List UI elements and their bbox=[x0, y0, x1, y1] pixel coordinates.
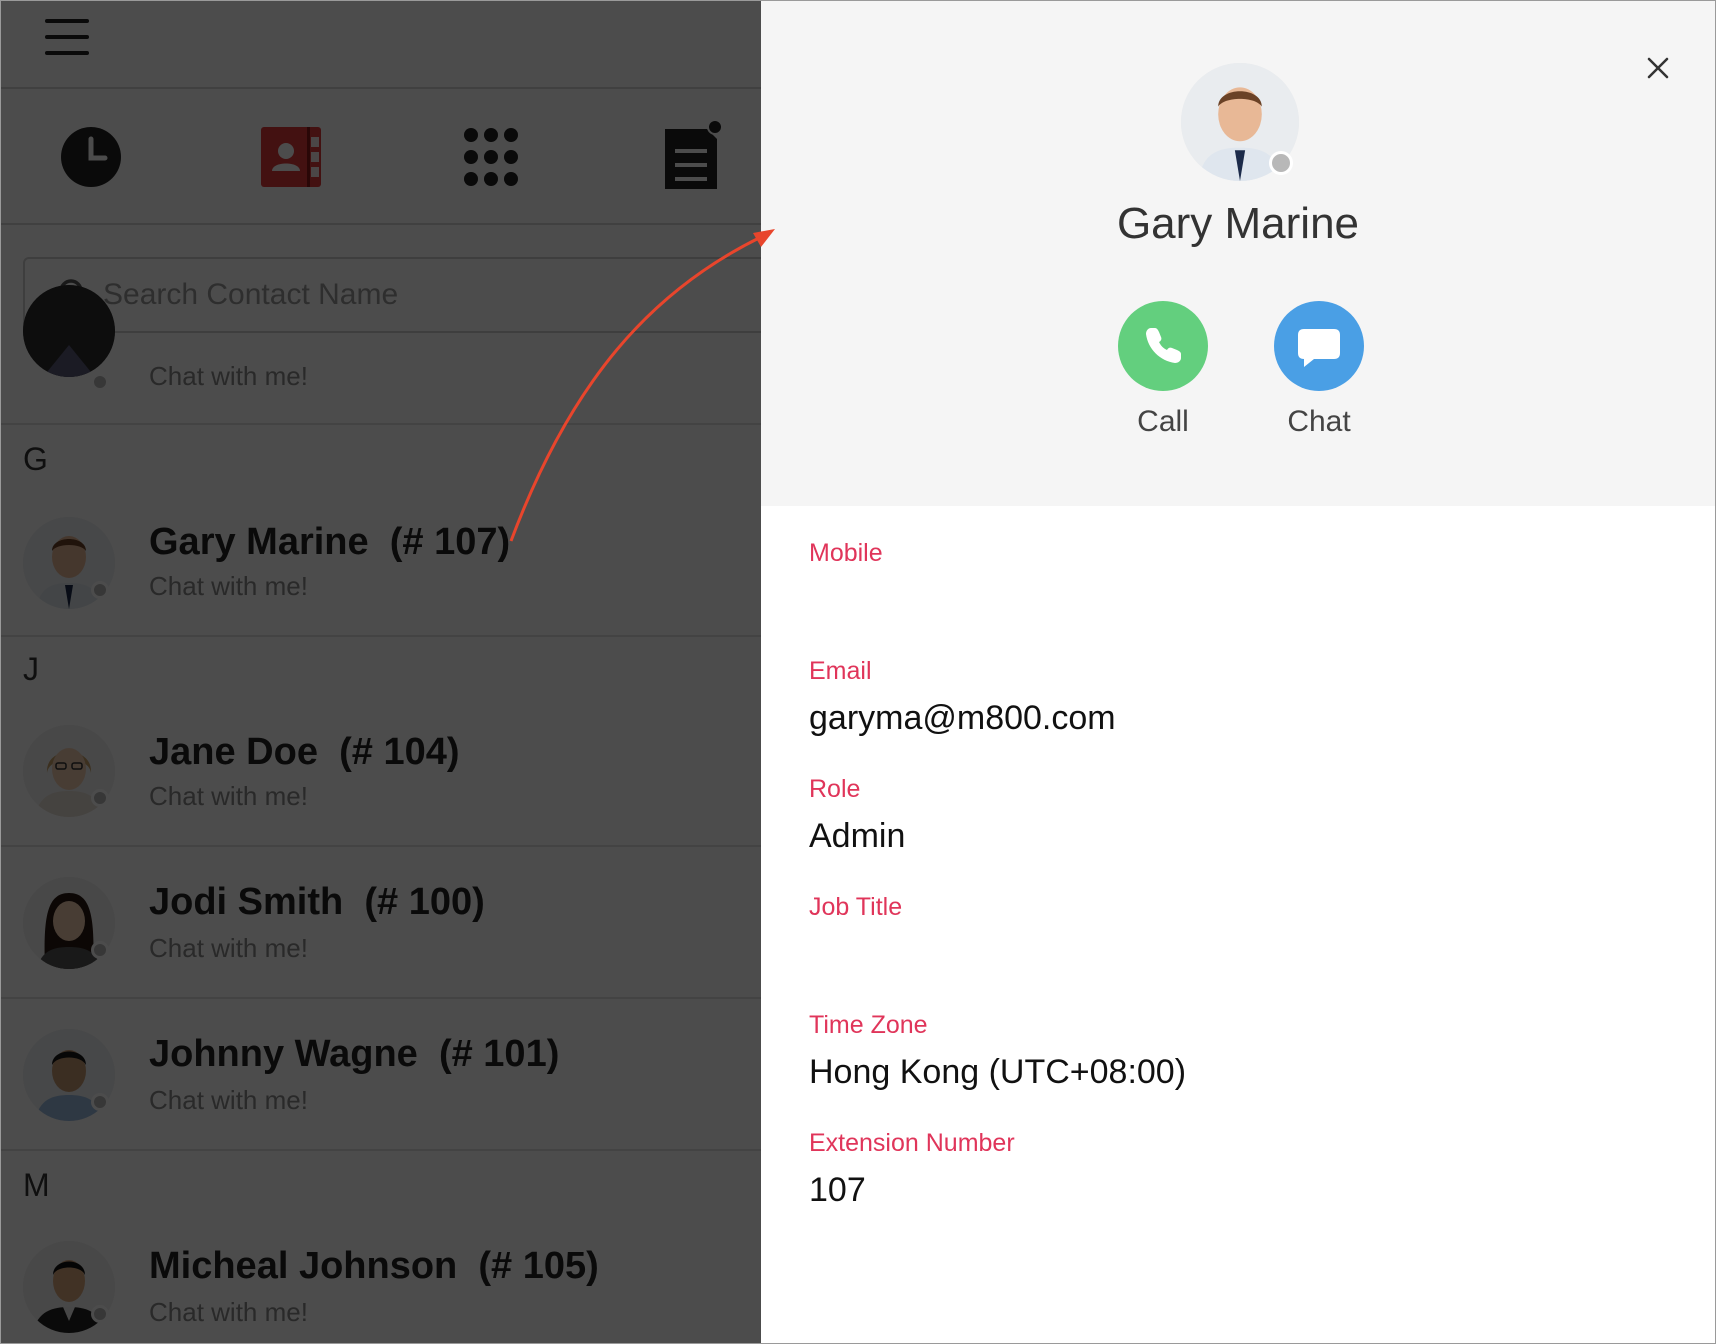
contact-name-text: Jodi Smith bbox=[149, 881, 344, 923]
hamburger-icon[interactable] bbox=[45, 19, 89, 55]
field-value-extension: 107 bbox=[809, 1171, 866, 1209]
contact-detail-panel: Gary Marine Call Chat Mobile Email garym… bbox=[761, 1, 1715, 1343]
section-header-g: G bbox=[23, 441, 48, 477]
contact-row-micheal-johnson[interactable]: Micheal Johnson (# 105) Chat with me! bbox=[1, 1211, 761, 1343]
contact-name-text: Gary Marine bbox=[149, 521, 369, 563]
field-label-time-zone: Time Zone bbox=[809, 1011, 928, 1039]
tab-keypad[interactable] bbox=[459, 125, 523, 189]
detail-header: Gary Marine Call Chat bbox=[761, 1, 1715, 506]
contact-status: Chat with me! bbox=[149, 781, 308, 811]
field-label-job-title: Job Title bbox=[809, 893, 903, 921]
notes-icon bbox=[665, 119, 723, 189]
contact-name: Gary Marine (# 107) bbox=[149, 521, 510, 564]
status-dot bbox=[91, 581, 109, 599]
close-icon[interactable] bbox=[1641, 51, 1675, 85]
contact-status: Chat with me! bbox=[149, 361, 308, 391]
keypad-icon bbox=[464, 128, 518, 186]
chat-button[interactable] bbox=[1274, 301, 1364, 391]
contacts-panel: Chat with me! G Gary Marine (# 107) Chat… bbox=[1, 1, 761, 1343]
contact-name: Micheal Johnson (# 105) bbox=[149, 1245, 599, 1288]
field-label-mobile: Mobile bbox=[809, 539, 883, 567]
contact-name: Johnny Wagne (# 101) bbox=[149, 1033, 559, 1076]
tab-contacts[interactable] bbox=[259, 125, 323, 189]
phone-icon bbox=[1146, 328, 1181, 363]
contact-row-jane-doe[interactable]: Jane Doe (# 104) Chat with me! bbox=[1, 695, 761, 847]
contact-extension: (# 107) bbox=[389, 521, 511, 563]
contact-extension: (# 104) bbox=[339, 731, 460, 773]
contact-name: Jodi Smith (# 100) bbox=[149, 881, 485, 924]
list-item[interactable]: Chat with me! bbox=[1, 285, 761, 425]
contact-name: Jane Doe (# 104) bbox=[149, 731, 460, 774]
status-dot bbox=[91, 789, 109, 807]
contact-status: Chat with me! bbox=[149, 571, 308, 601]
avatar bbox=[23, 285, 115, 377]
top-bar bbox=[1, 1, 761, 89]
contact-row-johnny-wagne[interactable]: Johnny Wagne (# 101) Chat with me! bbox=[1, 999, 761, 1151]
contacts-book-icon bbox=[261, 127, 321, 187]
contact-extension: (# 105) bbox=[478, 1245, 599, 1287]
field-value-role: Admin bbox=[809, 817, 906, 855]
contact-name-text: Johnny Wagne bbox=[149, 1033, 418, 1075]
contact-status: Chat with me! bbox=[149, 933, 308, 963]
contact-row-jodi-smith[interactable]: Jodi Smith (# 100) Chat with me! bbox=[1, 847, 761, 999]
section-header-m: M bbox=[23, 1167, 50, 1203]
contact-name-text: Micheal Johnson bbox=[149, 1245, 458, 1287]
chat-label: Chat bbox=[1287, 405, 1351, 438]
contact-status: Chat with me! bbox=[149, 1085, 308, 1115]
contact-name-heading: Gary Marine bbox=[1116, 199, 1360, 248]
chat-bubble-icon bbox=[1298, 329, 1340, 367]
contact-extension: (# 101) bbox=[438, 1033, 560, 1075]
search-input[interactable] bbox=[103, 273, 743, 317]
status-dot bbox=[91, 941, 109, 959]
contact-status: Chat with me! bbox=[149, 1297, 308, 1327]
field-label-email: Email bbox=[809, 657, 872, 685]
call-button[interactable] bbox=[1118, 301, 1208, 391]
search-box bbox=[23, 257, 761, 333]
contact-row-gary-marine[interactable]: Gary Marine (# 107) Chat with me! bbox=[1, 485, 761, 637]
contact-extension: (# 100) bbox=[364, 881, 485, 923]
call-label: Call bbox=[1137, 405, 1189, 438]
field-value-email[interactable]: garyma@m800.com bbox=[809, 699, 1116, 738]
status-dot bbox=[1269, 151, 1293, 175]
tab-bar bbox=[1, 89, 761, 225]
contact-name-text: Jane Doe bbox=[149, 731, 318, 773]
field-label-extension: Extension Number bbox=[809, 1129, 1015, 1157]
section-header-j: J bbox=[23, 651, 39, 687]
tab-recents[interactable] bbox=[59, 125, 123, 189]
app-window: Chat with me! G Gary Marine (# 107) Chat… bbox=[0, 0, 1716, 1344]
status-dot bbox=[91, 1093, 109, 1111]
status-dot bbox=[91, 1305, 109, 1323]
status-dot bbox=[91, 373, 109, 391]
field-value-time-zone: Hong Kong (UTC+08:00) bbox=[809, 1053, 1187, 1091]
field-label-role: Role bbox=[809, 775, 861, 803]
tab-notes[interactable] bbox=[659, 119, 723, 189]
clock-icon bbox=[61, 127, 121, 187]
